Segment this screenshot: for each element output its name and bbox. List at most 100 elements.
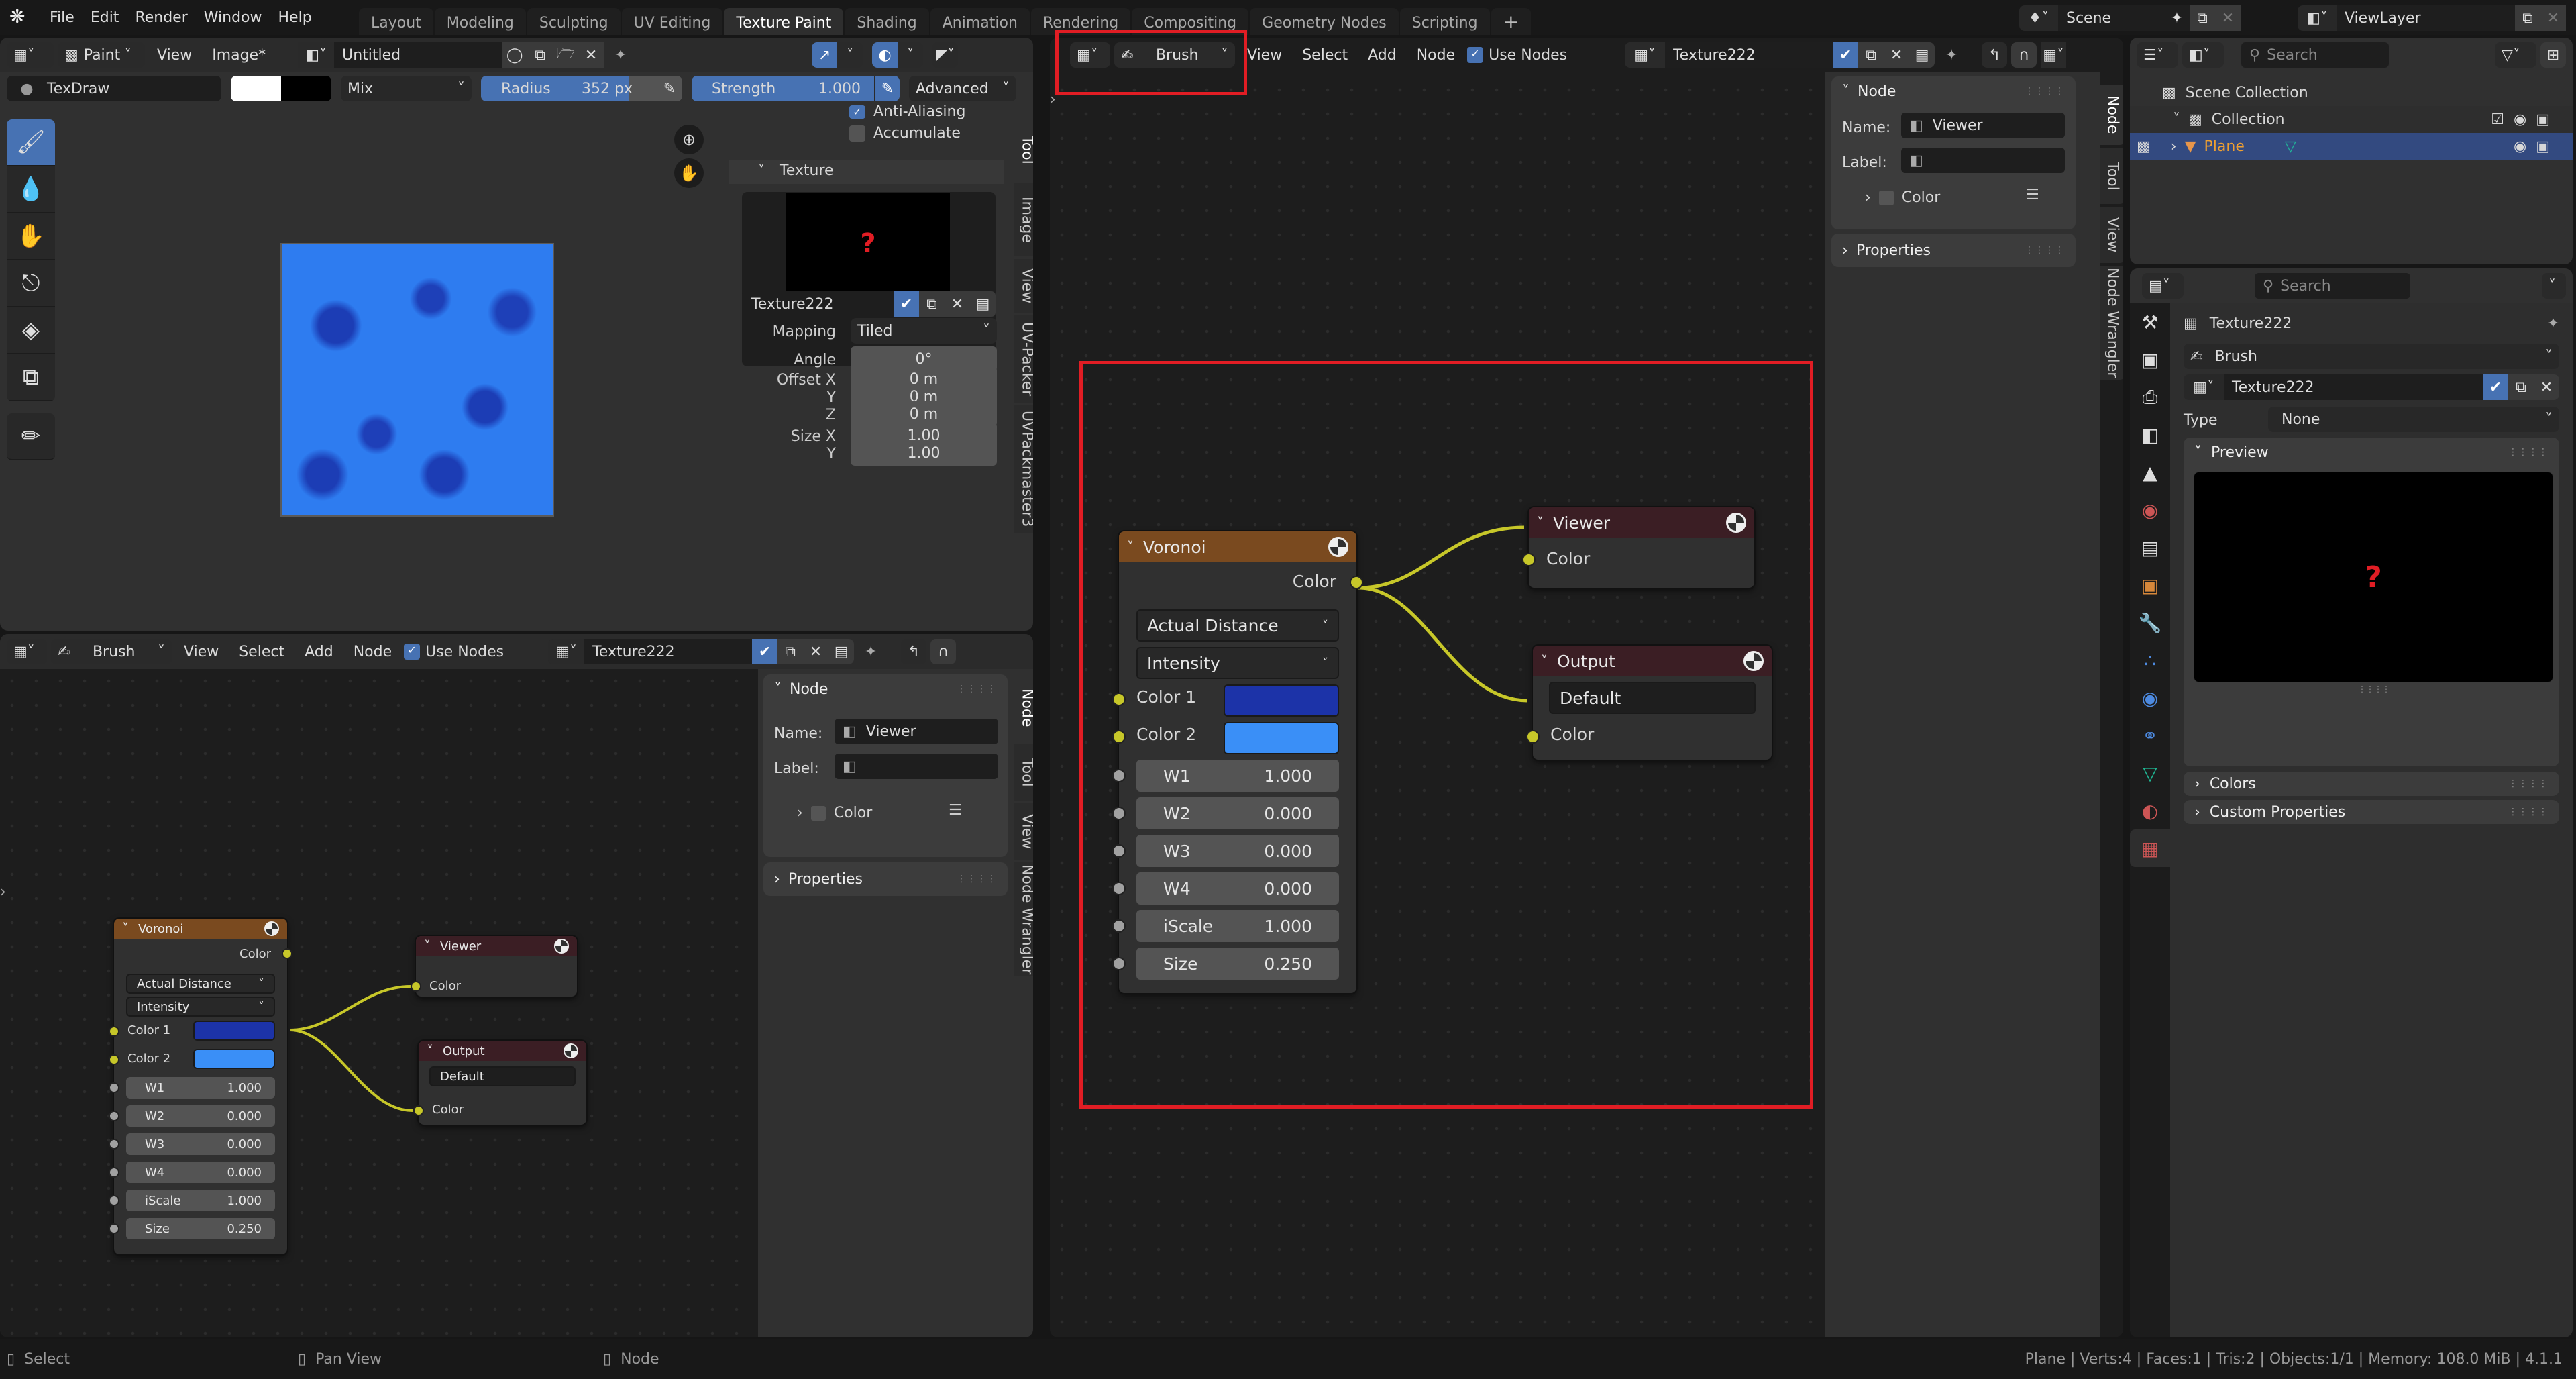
accumulate-checkbox[interactable]: Accumulate [849, 125, 961, 142]
output-name-field[interactable]: Default [1549, 682, 1756, 714]
color2-swatch[interactable] [1224, 722, 1339, 754]
side-tab-node[interactable]: Node [2100, 85, 2123, 145]
side-tab-node[interactable]: Node [1014, 674, 1033, 742]
clone-stamp-icon[interactable]: ⎋ [7, 260, 55, 307]
mask-icon[interactable]: ⧉ [7, 354, 55, 401]
annotate-icon[interactable]: ✏ [7, 413, 55, 460]
render-icon[interactable]: ▣ [2130, 341, 2170, 378]
texture-name-field[interactable]: Texture222 [1665, 42, 1833, 68]
unlink-texture-icon[interactable]: ✕ [945, 291, 970, 317]
tab-texture-paint[interactable]: Texture Paint [724, 8, 844, 35]
uv-sync-icon[interactable]: ↗ [812, 42, 838, 68]
voronoi-color-output-socket[interactable] [1350, 576, 1363, 589]
menu-edit[interactable]: Edit [83, 9, 127, 26]
uv-sync-dropdown[interactable]: ˅ [837, 42, 863, 68]
primary-color-swatch[interactable] [231, 76, 281, 101]
color1-swatch[interactable] [1224, 684, 1339, 717]
overlay-dropdown[interactable]: ˅ [898, 42, 924, 68]
voronoi-node-header[interactable]: ˅ Voronoi [1119, 531, 1356, 562]
fake-user-shield-icon[interactable]: ✔ [752, 639, 778, 664]
menu-add[interactable]: Add [1360, 47, 1405, 64]
voronoi-input-socket-w3[interactable] [109, 1139, 119, 1150]
tab-animation[interactable]: Animation [930, 8, 1030, 35]
toggle-icon[interactable]: ▤ [828, 639, 855, 664]
outliner-row-collection[interactable]: ˅ ▩ Collection ☑◉▣ [2130, 106, 2573, 133]
brush-selector[interactable]: ● TexDraw [7, 76, 221, 101]
collection-icon[interactable]: ▤ [2130, 529, 2170, 566]
color1-socket[interactable] [1112, 693, 1126, 706]
mapping-dropdown[interactable]: Tiled ˅ [851, 318, 997, 344]
voronoi-input-socket-w2[interactable] [1112, 807, 1126, 820]
menu-render[interactable]: Render [127, 9, 195, 26]
voronoi-input-w4[interactable]: W4 0.000 [1136, 872, 1339, 905]
menu-file[interactable]: File [42, 9, 83, 26]
display-channels-icon[interactable]: ◤˅ [932, 42, 959, 68]
side-tab-view[interactable]: View [1014, 803, 1033, 860]
color2-swatch[interactable] [193, 1049, 275, 1069]
output-icon[interactable]: ⎙ [2130, 378, 2170, 416]
color-swatches[interactable] [231, 76, 331, 101]
view-layer-selector[interactable]: ◧˅ ViewLayer ⧉ ✕ [2298, 5, 2566, 31]
drag-handle-icon[interactable]: ⋮⋮⋮⋮ [2025, 245, 2065, 256]
snap-icon[interactable]: ∩ [2011, 42, 2037, 68]
tab-modeling[interactable]: Modeling [434, 8, 526, 35]
side-tab-view[interactable]: View [1014, 259, 1033, 313]
voronoi-input-socket-w4[interactable] [109, 1167, 119, 1178]
color1-swatch[interactable] [193, 1021, 275, 1041]
outliner-row-scene-collection[interactable]: ▩ Scene Collection [2162, 79, 2308, 106]
unlink-texture-icon[interactable]: ✕ [2534, 374, 2559, 400]
pin-icon[interactable]: ✦ [2164, 5, 2190, 31]
tab-shading[interactable]: Shading [845, 8, 929, 35]
output-node[interactable]: ˅ Output Default Color [1526, 646, 1772, 760]
unlink-image-icon[interactable]: ✕ [578, 42, 604, 68]
strength-slider[interactable]: Strength 1.000 ✎ [692, 76, 900, 101]
smear-icon[interactable]: ✋ [7, 213, 55, 260]
color2-socket[interactable] [109, 1054, 119, 1065]
tab-uv-editing[interactable]: UV Editing [621, 8, 723, 35]
tab-sculpting[interactable]: Sculpting [527, 8, 621, 35]
menu-view[interactable]: View [1239, 47, 1290, 64]
editor-type-button[interactable]: ▦˅ [7, 42, 54, 68]
voronoi-input-w2[interactable]: W2 0.000 [126, 1105, 275, 1127]
pin-icon[interactable]: ✦ [608, 42, 633, 68]
toggle-icon[interactable]: ▤ [970, 291, 996, 317]
output-node-header[interactable]: ˅ Output [419, 1041, 586, 1061]
voronoi-input-socket-w3[interactable] [1112, 844, 1126, 858]
colors-panel[interactable]: › Colors ⋮⋮⋮⋮ [2184, 772, 2559, 796]
mode-dropdown[interactable]: ▩ Paint ˅ [58, 42, 145, 68]
paint-brush-icon[interactable]: 🖌 [7, 119, 55, 166]
pressure-radius-icon[interactable]: ✎ [657, 76, 682, 101]
voronoi-input-w2[interactable]: W2 0.000 [1136, 797, 1339, 829]
tab-layout[interactable]: Layout [359, 8, 433, 35]
output-color-input-socket[interactable] [413, 1105, 424, 1116]
distance-metric-dropdown[interactable]: Actual Distance ˅ [126, 974, 275, 994]
tab-rendering[interactable]: Rendering [1030, 8, 1131, 35]
presets-list-icon[interactable]: ☰ [949, 802, 962, 819]
menu-window[interactable]: Window [196, 9, 270, 26]
voronoi-input-socket-size[interactable] [109, 1223, 119, 1234]
output-node[interactable]: ˅ Output Default Color [413, 1041, 586, 1125]
voronoi-input-socket-w4[interactable] [1112, 882, 1126, 895]
resize-handle-icon[interactable]: ⋮⋮⋮⋮ [2358, 684, 2390, 694]
editor-type-button[interactable]: ▤˅ [2142, 273, 2184, 299]
scene-name[interactable]: Scene [2058, 5, 2164, 31]
soften-icon[interactable]: 💧 [7, 166, 55, 213]
editor-type-button[interactable]: ▦˅ [1070, 42, 1110, 68]
side-tab-node-wrangler[interactable]: Node Wrangler [1014, 862, 1033, 976]
voronoi-input-w3[interactable]: W3 0.000 [126, 1133, 275, 1155]
lower-node-canvas[interactable]: ˅ Voronoi Color Actual Distance ˅ Intensi… [0, 669, 758, 1337]
constraints-icon[interactable]: ⚭ [2130, 717, 2170, 754]
voronoi-input-w3[interactable]: W3 0.000 [1136, 835, 1339, 867]
advanced-dropdown[interactable]: Advanced ˅ [909, 76, 1016, 101]
side-tab-image[interactable]: Image [1014, 183, 1033, 256]
open-image-icon[interactable]: 🗁 [553, 42, 579, 68]
viewer-node[interactable]: ˅ Viewer Color [411, 936, 577, 997]
fake-user-icon[interactable]: ◯ [502, 42, 528, 68]
properties-search-input[interactable]: ⚲ Search [2255, 273, 2410, 299]
viewer-color-input-socket[interactable] [411, 981, 421, 992]
new-image-icon[interactable]: ⧉ [527, 42, 553, 68]
menu-add[interactable]: Add [297, 644, 341, 660]
view-layer-icon[interactable]: ◧ [2130, 416, 2170, 454]
duplicate-view-layer-icon[interactable]: ⧉ [2515, 5, 2540, 31]
menu-select[interactable]: Select [231, 644, 292, 660]
